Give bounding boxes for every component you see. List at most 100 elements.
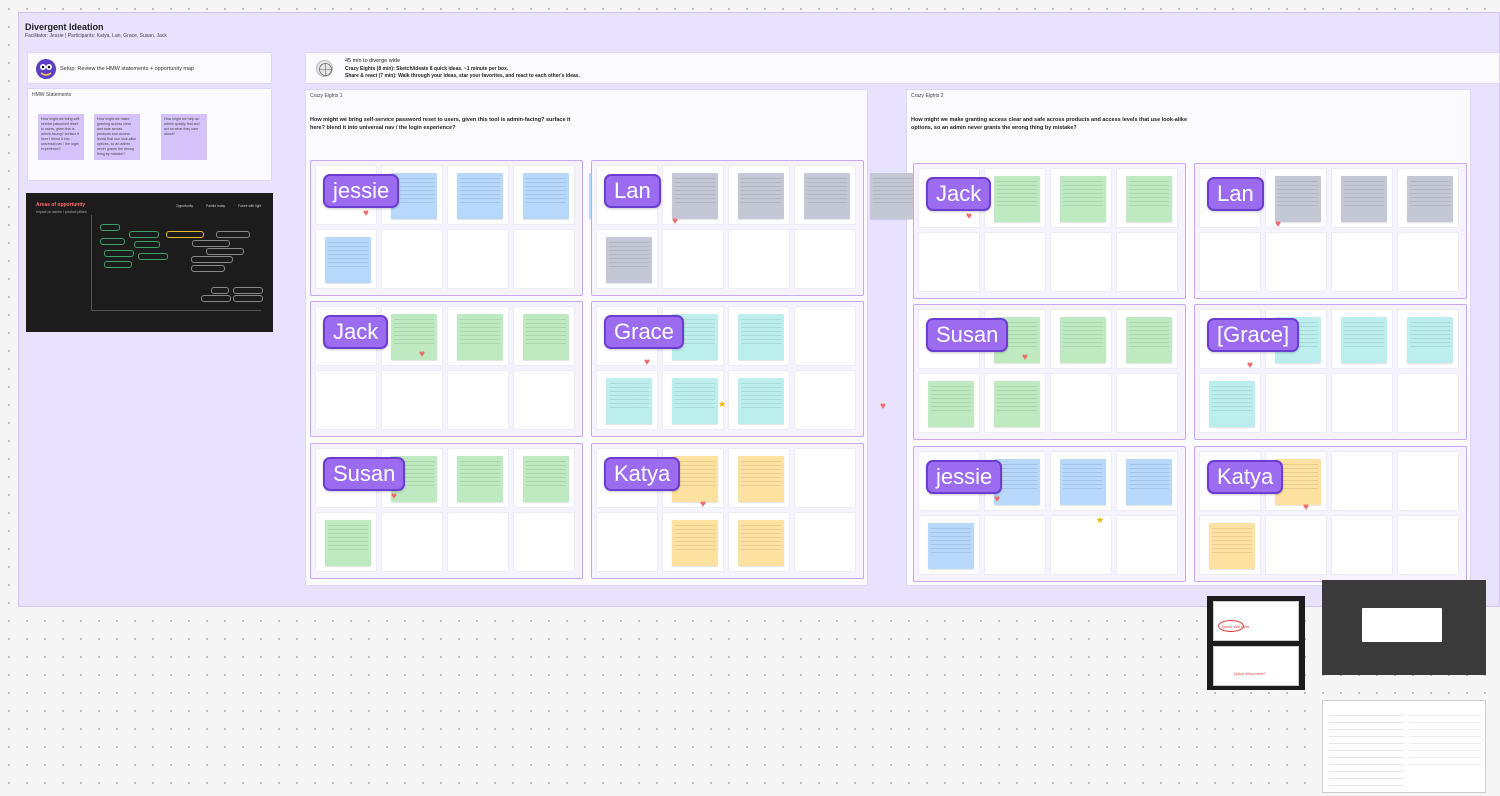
sticky-note[interactable] bbox=[1060, 176, 1106, 222]
participant-name-tag[interactable]: Lan bbox=[604, 174, 661, 208]
grid-cell[interactable] bbox=[513, 370, 575, 430]
grid-cell[interactable] bbox=[381, 370, 443, 430]
sticky-note[interactable] bbox=[1275, 176, 1321, 222]
sticky-note[interactable] bbox=[1126, 459, 1172, 505]
reaction-heart[interactable]: ♥ bbox=[1275, 220, 1281, 230]
hmw-card[interactable]: How might we make granting access clear … bbox=[94, 114, 140, 160]
sticky-note[interactable] bbox=[870, 173, 916, 219]
participant-name-tag[interactable]: Lan bbox=[1207, 177, 1264, 211]
sticky-note[interactable] bbox=[606, 237, 652, 283]
grid-cell[interactable] bbox=[728, 229, 790, 289]
grid-cell[interactable] bbox=[447, 512, 509, 572]
sticky-note[interactable] bbox=[457, 173, 503, 219]
participant-name-tag[interactable]: Jack bbox=[323, 315, 389, 349]
participant-name-tag[interactable]: [Grace] bbox=[1207, 318, 1300, 352]
sticky-note[interactable] bbox=[928, 523, 974, 569]
grid-cell[interactable] bbox=[381, 229, 443, 289]
grid-cell[interactable] bbox=[1265, 515, 1327, 575]
grid-cell[interactable] bbox=[1397, 232, 1459, 292]
screenshot-thumbnail[interactable] bbox=[1322, 580, 1486, 675]
participant-name-tag[interactable]: jessie bbox=[926, 460, 1003, 494]
participant-name-tag[interactable]: Katya bbox=[1207, 460, 1284, 494]
reaction-heart[interactable]: ♥ bbox=[880, 402, 886, 412]
sticky-note[interactable] bbox=[457, 314, 503, 360]
sticky-note[interactable] bbox=[606, 378, 652, 424]
grid-cell[interactable] bbox=[1050, 232, 1112, 292]
sticky-note[interactable] bbox=[325, 520, 371, 566]
grid-cell[interactable] bbox=[1265, 373, 1327, 433]
sticky-note[interactable] bbox=[1209, 381, 1255, 427]
grid-cell[interactable] bbox=[1331, 232, 1393, 292]
grid-cell[interactable] bbox=[984, 232, 1046, 292]
grid-cell[interactable] bbox=[794, 512, 856, 572]
grid-cell[interactable] bbox=[1265, 232, 1327, 292]
reaction-heart[interactable]: ♥ bbox=[672, 217, 678, 227]
sticky-note[interactable] bbox=[1209, 523, 1255, 569]
grid-cell[interactable] bbox=[1050, 373, 1112, 433]
sticky-note[interactable] bbox=[457, 456, 503, 502]
sticky-note[interactable] bbox=[1407, 317, 1453, 363]
grid-cell[interactable] bbox=[315, 370, 377, 430]
grid-cell[interactable] bbox=[662, 229, 724, 289]
opportunity-map[interactable]: Areas of opportunity Impact on admin / p… bbox=[26, 193, 273, 332]
grid-cell[interactable] bbox=[918, 232, 980, 292]
reaction-heart[interactable]: ♥ bbox=[1247, 361, 1253, 371]
reaction-heart[interactable]: ♥ bbox=[644, 358, 650, 368]
sticky-note[interactable] bbox=[738, 314, 784, 360]
grid-cell[interactable] bbox=[1331, 451, 1393, 511]
grid-cell[interactable] bbox=[794, 229, 856, 289]
sticky-note[interactable] bbox=[523, 456, 569, 502]
grid-cell[interactable] bbox=[447, 229, 509, 289]
grid-cell[interactable] bbox=[1397, 373, 1459, 433]
star-reaction[interactable]: ★ bbox=[718, 400, 726, 409]
grid-cell[interactable] bbox=[513, 512, 575, 572]
grid-cell[interactable] bbox=[596, 512, 658, 572]
sticky-note[interactable] bbox=[738, 378, 784, 424]
participant-name-tag[interactable]: Katya bbox=[604, 457, 681, 491]
grid-cell[interactable] bbox=[1116, 515, 1178, 575]
sticky-note[interactable] bbox=[1060, 459, 1106, 505]
sticky-note[interactable] bbox=[672, 378, 718, 424]
sticky-note[interactable] bbox=[1126, 317, 1172, 363]
screenshot-thumbnail[interactable] bbox=[1322, 700, 1486, 793]
sticky-note[interactable] bbox=[738, 456, 784, 502]
reaction-heart[interactable]: ♥ bbox=[419, 350, 425, 360]
grid-cell[interactable] bbox=[794, 306, 856, 366]
reaction-heart[interactable]: ♥ bbox=[700, 500, 706, 510]
grid-cell[interactable] bbox=[1331, 515, 1393, 575]
sticky-note[interactable] bbox=[325, 237, 371, 283]
sticky-note[interactable] bbox=[994, 381, 1040, 427]
sticky-note[interactable] bbox=[1341, 176, 1387, 222]
participant-name-tag[interactable]: Susan bbox=[926, 318, 1009, 352]
grid-cell[interactable] bbox=[1199, 232, 1261, 292]
star-reaction[interactable]: ★ bbox=[1096, 516, 1104, 525]
grid-cell[interactable] bbox=[1331, 373, 1393, 433]
grid-cell[interactable] bbox=[447, 370, 509, 430]
sticky-note[interactable] bbox=[1341, 317, 1387, 363]
sticky-note[interactable] bbox=[804, 173, 850, 219]
reaction-heart[interactable]: ♥ bbox=[363, 209, 369, 219]
sticky-note[interactable] bbox=[1126, 176, 1172, 222]
grid-cell[interactable] bbox=[794, 370, 856, 430]
setup-card[interactable]: Setup: Review the HMW statements + oppor… bbox=[27, 52, 272, 84]
sticky-note[interactable] bbox=[391, 314, 437, 360]
grid-cell[interactable] bbox=[1116, 232, 1178, 292]
sticky-note[interactable] bbox=[1060, 317, 1106, 363]
participant-name-tag[interactable]: jessie bbox=[323, 174, 400, 208]
grid-cell[interactable] bbox=[513, 229, 575, 289]
grid-cell[interactable] bbox=[1116, 373, 1178, 433]
hmw-card[interactable]: How might we help an admin quickly find … bbox=[161, 114, 207, 160]
hmw-card[interactable]: How might we bring self-service password… bbox=[38, 114, 84, 160]
grid-cell[interactable] bbox=[1397, 515, 1459, 575]
sticky-note[interactable] bbox=[994, 176, 1040, 222]
reaction-heart[interactable]: ♥ bbox=[966, 212, 972, 222]
sticky-note[interactable] bbox=[738, 520, 784, 566]
sticky-note[interactable] bbox=[523, 314, 569, 360]
participant-name-tag[interactable]: Susan bbox=[323, 457, 406, 491]
reaction-heart[interactable]: ♥ bbox=[391, 492, 397, 502]
grid-cell[interactable] bbox=[1397, 451, 1459, 511]
grid-cell[interactable] bbox=[794, 448, 856, 508]
reaction-heart[interactable]: ♥ bbox=[1303, 503, 1309, 513]
sticky-note[interactable] bbox=[672, 520, 718, 566]
sticky-note[interactable] bbox=[672, 173, 718, 219]
